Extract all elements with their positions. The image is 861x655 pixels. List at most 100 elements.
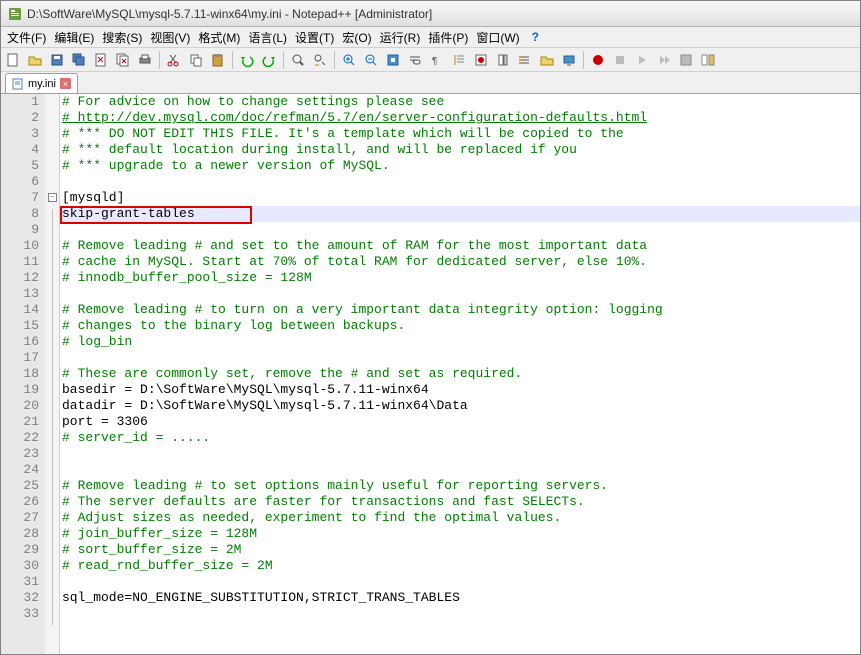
code-line[interactable]: # *** DO NOT EDIT THIS FILE. It's a temp…	[62, 126, 860, 142]
code-line[interactable]: # Remove leading # and set to the amount…	[62, 238, 860, 254]
close-icon[interactable]	[91, 50, 111, 70]
code-line[interactable]: # The server defaults are faster for tra…	[62, 494, 860, 510]
code-line[interactable]: [mysqld]	[62, 190, 860, 206]
fold-marker[interactable]: −	[48, 193, 57, 202]
code-line[interactable]: datadir = D:\SoftWare\MySQL\mysql-5.7.11…	[62, 398, 860, 414]
line-number: 5	[1, 158, 39, 174]
line-number: 18	[1, 366, 39, 382]
menu-language[interactable]: 语言(L)	[244, 27, 291, 48]
tab-active[interactable]: my.ini ×	[5, 73, 78, 93]
code-line[interactable]: # read_rnd_buffer_size = 2M	[62, 558, 860, 574]
code-line[interactable]	[62, 446, 860, 462]
lang-icon[interactable]	[471, 50, 491, 70]
line-number: 1	[1, 94, 39, 110]
print-icon[interactable]	[135, 50, 155, 70]
code-line[interactable]	[62, 286, 860, 302]
code-line[interactable]: # Remove leading # to set options mainly…	[62, 478, 860, 494]
sync-icon[interactable]	[383, 50, 403, 70]
menu-view[interactable]: 视图(V)	[146, 27, 194, 48]
code-line[interactable]	[62, 574, 860, 590]
monitor-icon[interactable]	[559, 50, 579, 70]
save-all-icon[interactable]	[69, 50, 89, 70]
code-content[interactable]: # For advice on how to change settings p…	[59, 94, 860, 654]
doc-map-icon[interactable]	[493, 50, 513, 70]
toolbar-separator	[283, 51, 284, 69]
code-line[interactable]: # *** upgrade to a newer version of MySQ…	[62, 158, 860, 174]
zoom-out-icon[interactable]	[361, 50, 381, 70]
code-line[interactable]	[62, 606, 860, 622]
folder-icon[interactable]	[537, 50, 557, 70]
code-line[interactable]	[62, 222, 860, 238]
code-line[interactable]: # innodb_buffer_pool_size = 128M	[62, 270, 860, 286]
code-line[interactable]: # Remove leading # to turn on a very imp…	[62, 302, 860, 318]
macro-play-icon[interactable]	[632, 50, 652, 70]
menu-plugins[interactable]: 插件(P)	[424, 27, 472, 48]
macro-save-icon[interactable]	[676, 50, 696, 70]
menu-format[interactable]: 格式(M)	[194, 27, 244, 48]
line-number: 25	[1, 478, 39, 494]
code-line[interactable]	[62, 174, 860, 190]
file-icon	[12, 78, 24, 90]
code-line[interactable]: # Adjust sizes as needed, experiment to …	[62, 510, 860, 526]
code-line[interactable]: port = 3306	[62, 414, 860, 430]
line-number: 3	[1, 126, 39, 142]
open-file-icon[interactable]	[25, 50, 45, 70]
menu-edit[interactable]: 编辑(E)	[50, 27, 98, 48]
line-number: 8	[1, 206, 39, 222]
save-icon[interactable]	[47, 50, 67, 70]
menu-search[interactable]: 搜索(S)	[98, 27, 146, 48]
macro-record-icon[interactable]	[588, 50, 608, 70]
macro-stop-icon[interactable]	[610, 50, 630, 70]
code-line[interactable]: skip-grant-tables	[62, 206, 860, 222]
code-line[interactable]: # sort_buffer_size = 2M	[62, 542, 860, 558]
code-line[interactable]	[62, 350, 860, 366]
line-number: 17	[1, 350, 39, 366]
close-all-icon[interactable]	[113, 50, 133, 70]
new-file-icon[interactable]	[3, 50, 23, 70]
redo-icon[interactable]	[259, 50, 279, 70]
copy-icon[interactable]	[186, 50, 206, 70]
app-icon	[7, 6, 23, 22]
editor[interactable]: 1234567891011121314151617181920212223242…	[1, 94, 860, 654]
code-line[interactable]: # *** default location during install, a…	[62, 142, 860, 158]
code-line[interactable]	[62, 462, 860, 478]
word-wrap-icon[interactable]	[405, 50, 425, 70]
macro-play-multi-icon[interactable]	[654, 50, 674, 70]
find-icon[interactable]	[288, 50, 308, 70]
menu-run[interactable]: 运行(R)	[376, 27, 425, 48]
code-line[interactable]: # These are commonly set, remove the # a…	[62, 366, 860, 382]
func-list-icon[interactable]	[515, 50, 535, 70]
code-line[interactable]: # server_id = .....	[62, 430, 860, 446]
code-line[interactable]: # For advice on how to change settings p…	[62, 94, 860, 110]
tab-close-icon[interactable]: ×	[60, 78, 71, 89]
cut-icon[interactable]	[164, 50, 184, 70]
code-line[interactable]: # log_bin	[62, 334, 860, 350]
replace-icon[interactable]	[310, 50, 330, 70]
indent-guide-icon[interactable]	[449, 50, 469, 70]
show-all-icon[interactable]: ¶	[427, 50, 447, 70]
line-number: 27	[1, 510, 39, 526]
menu-macro[interactable]: 宏(O)	[338, 27, 375, 48]
code-line[interactable]: # cache in MySQL. Start at 70% of total …	[62, 254, 860, 270]
paste-icon[interactable]	[208, 50, 228, 70]
line-number: 29	[1, 542, 39, 558]
menu-settings[interactable]: 设置(T)	[291, 27, 338, 48]
line-number: 9	[1, 222, 39, 238]
menu-file[interactable]: 文件(F)	[3, 27, 50, 48]
line-number: 4	[1, 142, 39, 158]
undo-icon[interactable]	[237, 50, 257, 70]
compare-icon[interactable]	[698, 50, 718, 70]
zoom-in-icon[interactable]	[339, 50, 359, 70]
code-line[interactable]: basedir = D:\SoftWare\MySQL\mysql-5.7.11…	[62, 382, 860, 398]
line-number: 24	[1, 462, 39, 478]
code-line[interactable]: # http://dev.mysql.com/doc/refman/5.7/en…	[62, 110, 860, 126]
line-number: 22	[1, 430, 39, 446]
code-line[interactable]: # join_buffer_size = 128M	[62, 526, 860, 542]
line-number: 19	[1, 382, 39, 398]
menu-help[interactable]: ?	[528, 28, 543, 46]
menu-window[interactable]: 窗口(W)	[472, 27, 523, 48]
code-line[interactable]: sql_mode=NO_ENGINE_SUBSTITUTION,STRICT_T…	[62, 590, 860, 606]
fold-gutter: −	[45, 94, 59, 654]
code-line[interactable]: # changes to the binary log between back…	[62, 318, 860, 334]
line-number: 6	[1, 174, 39, 190]
